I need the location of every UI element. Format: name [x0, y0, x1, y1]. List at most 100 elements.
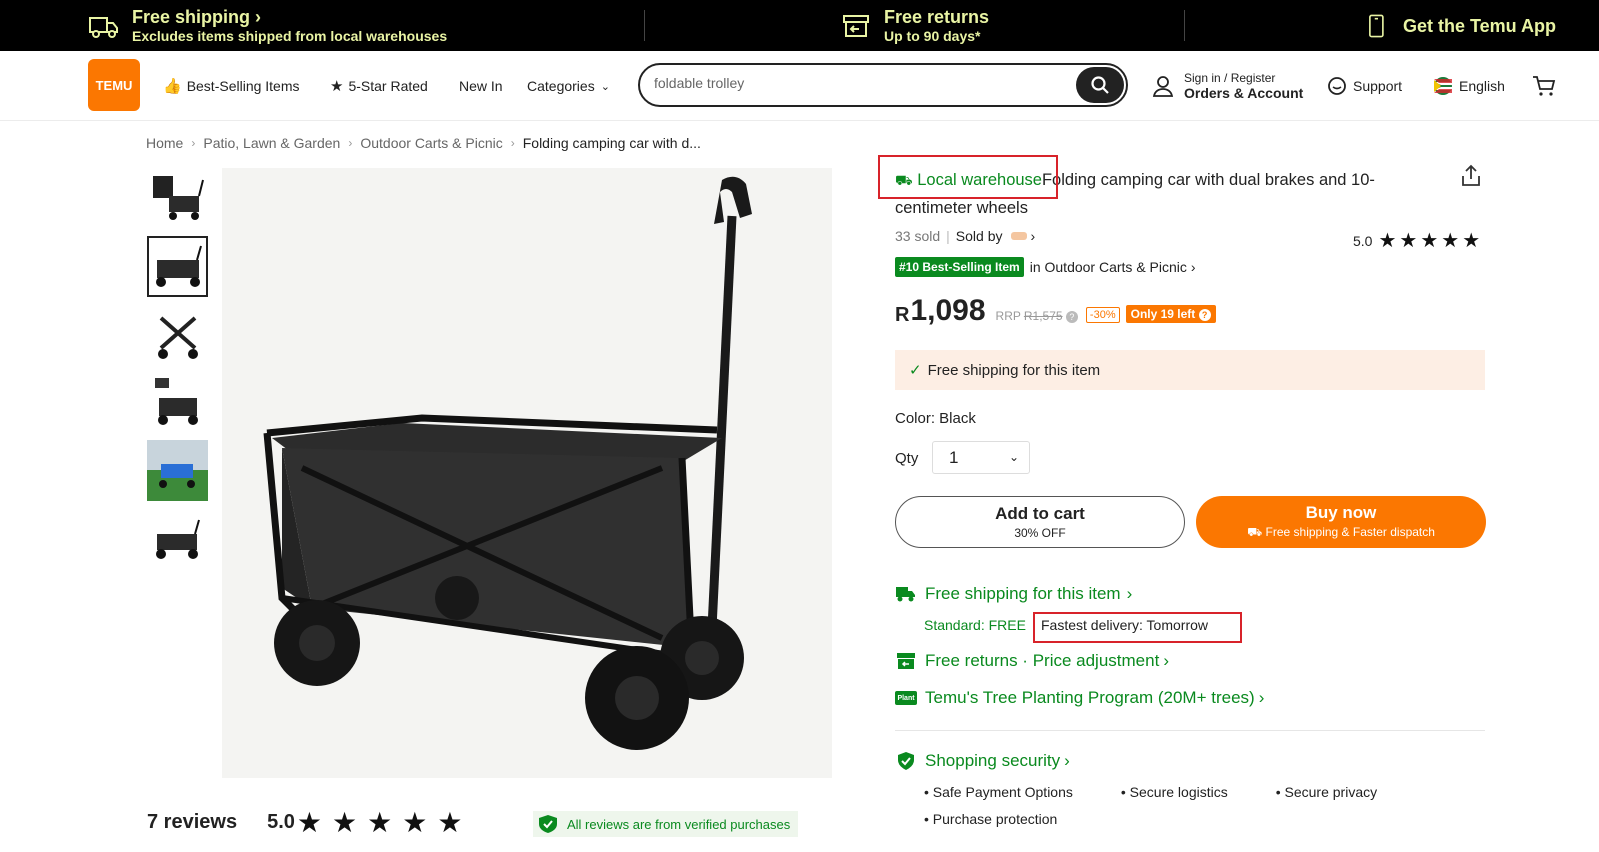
security-item-label: Secure logistics	[1129, 784, 1228, 800]
support-link[interactable]: Support	[1327, 51, 1402, 121]
site-header: TEMU 👍 Best-Selling Items ★ 5-Star Rated…	[0, 51, 1599, 121]
chevron-down-icon: ⌄	[600, 80, 610, 93]
get-app-promo[interactable]: Get the Temu App	[1365, 0, 1556, 51]
breadcrumb-outdoor-carts[interactable]: Outdoor Carts & Picnic	[360, 135, 502, 151]
reviews-summary: 7 reviews 5.0 ★ ★ ★ ★ ★	[147, 806, 462, 839]
free-returns-title: Free returns	[884, 6, 990, 27]
get-app-label: Get the Temu App	[1403, 15, 1556, 36]
chevron-right-icon: ›	[1126, 584, 1133, 603]
breadcrumb-patio[interactable]: Patio, Lawn & Garden	[203, 135, 340, 151]
cart-thumbnail-image	[155, 245, 202, 287]
temu-logo[interactable]: TEMU	[88, 59, 140, 111]
stock-label: Only 19 left	[1130, 307, 1196, 321]
breadcrumb-home[interactable]: Home	[146, 135, 183, 151]
nav-five-star[interactable]: ★ 5-Star Rated	[330, 51, 428, 121]
flag-icon	[1434, 77, 1452, 95]
nav-label: Best-Selling Items	[186, 78, 300, 94]
promo-divider	[1184, 10, 1185, 41]
best-selling-category: in Outdoor Carts & Picnic	[1029, 259, 1187, 275]
star-icon: ★	[1441, 230, 1460, 252]
language-label: English	[1459, 78, 1505, 94]
buy-now-label: Buy now	[1305, 503, 1377, 522]
search-button[interactable]	[1076, 67, 1124, 103]
folding-wagon-image	[263, 176, 752, 750]
cart-icon	[1533, 76, 1556, 96]
chevron-down-icon: ⌄	[1008, 450, 1019, 464]
chevron-right-icon: ›	[255, 6, 262, 27]
standard-shipping: Standard: FREE	[924, 617, 1026, 633]
best-selling-row[interactable]: #10 Best-Selling Item in Outdoor Carts &…	[895, 257, 1196, 277]
star-icon: ★	[1399, 230, 1418, 252]
shopping-security-link[interactable]: Shopping security ›	[895, 751, 1070, 771]
chevron-right-icon: ›	[1190, 259, 1196, 275]
chevron-right-icon: ›	[191, 136, 196, 150]
add-to-cart-button[interactable]: Add to cart 30% OFF	[895, 496, 1185, 548]
nav-best-selling[interactable]: 👍 Best-Selling Items	[163, 51, 300, 121]
security-item: • Purchase protection	[924, 811, 1058, 827]
breadcrumb: Home › Patio, Lawn & Garden › Outdoor Ca…	[146, 135, 701, 151]
star-badge-icon: ★	[330, 78, 344, 95]
thumbnail-4[interactable]	[147, 372, 208, 433]
free-shipping-banner-text: Free shipping for this item	[927, 361, 1101, 379]
tree-planting-link[interactable]: Plant Temu's Tree Planting Program (20M+…	[895, 688, 1264, 708]
user-icon	[1152, 76, 1174, 97]
nav-new-in[interactable]: New In	[459, 51, 503, 121]
star-icon: ★	[1378, 230, 1397, 252]
rrp-price: RRP R1,575 ?	[996, 309, 1078, 323]
share-button[interactable]	[1460, 164, 1482, 193]
free-returns-promo[interactable]: Free returns Up to 90 days*	[840, 0, 989, 51]
quantity-select[interactable]: 1 ⌄	[932, 441, 1030, 474]
cart-thumbnail-image	[154, 377, 198, 425]
product-rating[interactable]: 5.0 ★ ★ ★ ★ ★	[1353, 228, 1480, 253]
buy-now-button[interactable]: Buy now ⛟ Free shipping & Faster dispatc…	[1196, 496, 1486, 548]
promo-divider	[644, 10, 645, 41]
color-selection: Color: Black	[895, 410, 976, 427]
info-icon[interactable]: ?	[1065, 311, 1078, 323]
security-item: • Safe Payment Options	[924, 784, 1073, 800]
thumbnail-5[interactable]	[147, 440, 208, 501]
sold-by-label[interactable]: Sold by	[956, 228, 1003, 244]
seller-logo[interactable]	[1010, 232, 1027, 240]
promo-bar: Free shipping › Excludes items shipped f…	[0, 0, 1599, 51]
nav-label: 5-Star Rated	[348, 78, 428, 94]
info-icon[interactable]: ?	[1198, 309, 1211, 321]
truck-icon	[89, 16, 118, 38]
thumbnail-1[interactable]	[147, 168, 208, 229]
discount-badge: -30%	[1085, 307, 1120, 323]
qty-label: Qty	[895, 450, 919, 467]
security-item-label: Secure privacy	[1284, 784, 1378, 800]
thumbnail-2[interactable]	[147, 236, 208, 297]
main-product-image[interactable]	[222, 168, 832, 778]
reviews-score: 5.0	[267, 811, 295, 833]
thumbnail-3[interactable]	[147, 304, 208, 365]
price-row: R 1,098 RRP R1,575 ? -30% Only 19 left ?	[895, 295, 1216, 327]
free-shipping-promo[interactable]: Free shipping › Excludes items shipped f…	[88, 0, 447, 51]
star-icon: ★	[1462, 230, 1481, 252]
chevron-right-icon: ›	[1163, 651, 1169, 670]
add-to-cart-sublabel: 30% OFF	[1014, 526, 1066, 540]
free-returns-subtitle: Up to 90 days*	[884, 27, 981, 44]
account-menu[interactable]: Sign in / Register Orders & Account	[1152, 68, 1303, 104]
truck-icon: ⛟	[1247, 525, 1263, 539]
chevron-right-icon: ›	[1030, 228, 1036, 244]
thumbnail-6[interactable]	[147, 508, 208, 569]
cart-button[interactable]	[1532, 51, 1556, 121]
free-shipping-line-label: Free shipping for this item	[925, 584, 1121, 603]
free-shipping-link[interactable]: Free shipping for this item ›	[895, 584, 1132, 604]
rrp-label: RRP	[995, 309, 1021, 323]
tree-planting-label: Temu's Tree Planting Program (20M+ trees…	[925, 688, 1255, 707]
verified-purchases-note: All reviews are from verified purchases	[533, 811, 799, 837]
reviews-count[interactable]: 7 reviews	[147, 811, 237, 834]
return-box-icon	[895, 652, 917, 670]
rrp-value: R1,575	[1023, 309, 1063, 323]
nav-categories[interactable]: Categories ⌄	[527, 51, 610, 121]
free-returns-link[interactable]: Free returns · Price adjustment ›	[895, 651, 1169, 671]
language-selector[interactable]: English	[1433, 51, 1505, 121]
truck-icon	[895, 585, 917, 603]
cart-thumbnail-image	[152, 175, 204, 220]
free-returns-label: Free returns · Price adjustment	[925, 651, 1160, 670]
chat-bubble-icon	[1328, 77, 1346, 95]
security-items-row2: • Purchase protection	[924, 811, 1105, 827]
breadcrumb-current: Folding camping car with d...	[522, 135, 701, 151]
search-input[interactable]	[654, 75, 1054, 91]
